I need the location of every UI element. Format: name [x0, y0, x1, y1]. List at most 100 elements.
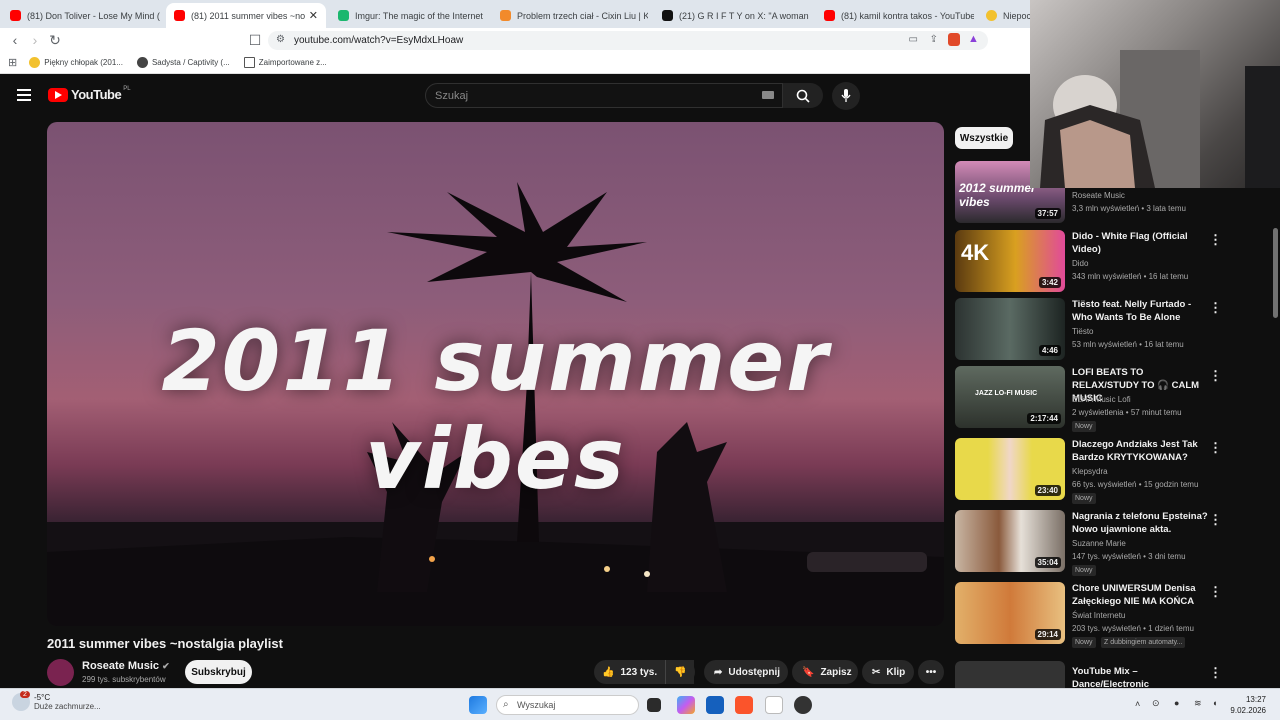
tab-kamil-kontra-takos[interactable]: (81) kamil kontra takos - YouTube	[816, 3, 974, 28]
thumbnail-text: JAZZ LO-FI MUSIC	[975, 390, 1038, 397]
tab-x-grifty[interactable]: (21) G R I F T Y on X: "A woman end	[654, 3, 810, 28]
wifi-icon[interactable]: ≋	[1194, 698, 1202, 709]
filter-chip-all[interactable]: Wszystkie	[955, 127, 1013, 149]
recommendation-item[interactable]: 23:40 Dlaczego Andziaks Jest Tak Bardzo …	[955, 438, 1267, 504]
dislike-button[interactable]: 👎	[665, 660, 695, 684]
recommendation-item[interactable]: 29:14 Chore UNIWERSUM Denisa Załęckiego …	[955, 582, 1267, 648]
rec-title[interactable]: Dido - White Flag (Official Video)	[1072, 230, 1208, 256]
rec-channel[interactable]: Klepsydra	[1072, 467, 1108, 476]
tab-label: (81) kamil kontra takos - YouTube	[841, 10, 974, 21]
address-bar[interactable]: ⚙ youtube.com/watch?v=EsyMdxLHoaw ▭ ⇪ ▲	[268, 31, 988, 50]
browser-toolbar: ‹ › ↻ ☐ ⚙ youtube.com/watch?v=EsyMdxLHoa…	[0, 28, 1030, 52]
channel-avatar[interactable]	[47, 659, 74, 686]
more-vertical-icon[interactable]: ⋮	[1209, 512, 1222, 528]
brave-rewards-icon[interactable]: ▲	[968, 33, 980, 46]
rec-title[interactable]: Dlaczego Andziaks Jest Tak Bardzo KRYTYK…	[1072, 438, 1208, 464]
more-vertical-icon[interactable]: ⋮	[1209, 232, 1222, 248]
copilot-icon[interactable]	[677, 696, 695, 714]
subscribe-button[interactable]: Subskrybuj	[185, 660, 252, 684]
rec-channel[interactable]: ELHA Music Lofi	[1072, 395, 1131, 404]
rec-title[interactable]: Chore UNIWERSUM Denisa Załęckiego NIE MA…	[1072, 582, 1208, 608]
rec-meta: 147 tys. wyświetleń • 3 dni temu	[1072, 552, 1186, 561]
voice-search-button[interactable]	[832, 82, 860, 110]
tab-don-toliver[interactable]: (81) Don Toliver - Lose My Mind (fea	[2, 3, 160, 28]
youtube-logo[interactable]: YouTube PL	[48, 86, 131, 102]
recommendation-item[interactable]: 4K 3:42 Dido - White Flag (Official Vide…	[955, 230, 1267, 296]
site-info-icon[interactable]: ⚙	[276, 34, 285, 45]
taskbar-clock[interactable]: 13:27 9.02.2026	[1230, 694, 1266, 716]
rec-channel[interactable]: Suzanne Marie	[1072, 539, 1126, 548]
menu-icon[interactable]	[17, 89, 31, 101]
globe-bookmark-icon	[136, 57, 148, 68]
weather-widget[interactable]: 2 -5°C Duże zachmurze...	[12, 691, 101, 711]
video-player[interactable]: 2011 summer vibes	[47, 122, 944, 626]
save-button[interactable]: 🔖 Zapisz	[792, 660, 858, 684]
bookmark-icon[interactable]: ☐	[245, 30, 265, 50]
windows-start-icon[interactable]	[469, 696, 487, 714]
cast-icon[interactable]: ▭	[909, 34, 918, 45]
rec-channel[interactable]: Dido	[1072, 259, 1088, 268]
channel-name[interactable]: Roseate Music ✔	[82, 660, 170, 672]
scrollbar[interactable]	[1271, 188, 1280, 688]
rec-channel[interactable]: Roseate Music	[1072, 191, 1125, 200]
notepad-icon[interactable]	[765, 696, 783, 714]
recommendation-item[interactable]: 35:04 Nagrania z telefonu Epsteina? Nowo…	[955, 510, 1267, 576]
rec-title[interactable]: Nagrania z telefonu Epsteina? Nowo ujawn…	[1072, 510, 1208, 536]
reload-icon[interactable]: ↻	[45, 30, 65, 50]
taskbar-search[interactable]: ⌕ Wyszukaj	[496, 695, 639, 715]
search-button[interactable]	[783, 83, 823, 108]
rec-title[interactable]: YouTube Mix – Dance/Electronic	[1072, 665, 1208, 688]
video-duration: 23:40	[1034, 485, 1061, 496]
clip-label: Klip	[886, 666, 906, 678]
video-thumbnail[interactable]: 29:14	[955, 582, 1065, 644]
youtube-play-icon	[48, 87, 68, 102]
recommendation-item[interactable]: YouTube Mix – Dance/Electronic ⋮	[955, 661, 1267, 688]
video-thumbnail[interactable]: 35:04	[955, 510, 1065, 572]
rec-title[interactable]: Tiësto feat. Nelly Furtado - Who Wants T…	[1072, 298, 1208, 324]
bookmark-folder[interactable]: Zaimportowane z...	[243, 57, 327, 68]
forward-arrow-icon[interactable]: ›	[25, 30, 45, 50]
tab-summer-vibes[interactable]: (81) 2011 summer vibes ~no ✕	[166, 3, 326, 28]
search-input[interactable]: Szukaj	[425, 83, 783, 108]
more-vertical-icon[interactable]: ⋮	[1209, 440, 1222, 456]
apps-grid-icon[interactable]: ⊞	[8, 56, 17, 69]
more-vertical-icon[interactable]: ⋮	[1209, 665, 1222, 681]
volume-icon[interactable]: ◖	[1212, 698, 1217, 708]
share-icon[interactable]: ⇪	[930, 34, 938, 45]
video-thumbnail[interactable]: 23:40	[955, 438, 1065, 500]
task-view-icon[interactable]	[647, 698, 661, 712]
tray-overflow-icon[interactable]: ˄	[1135, 699, 1140, 709]
recommendation-item[interactable]: 4:46 Tiësto feat. Nelly Furtado - Who Wa…	[955, 298, 1267, 364]
more-vertical-icon[interactable]: ⋮	[1209, 584, 1222, 600]
bookmark-item[interactable]: Sadysta / Captivity (...	[136, 57, 230, 68]
clip-button[interactable]: ✂ Klip	[862, 660, 914, 684]
video-thumbnail[interactable]	[955, 661, 1065, 688]
video-thumbnail[interactable]: 4K 3:42	[955, 230, 1065, 292]
video-thumbnail[interactable]: JAZZ LO-FI MUSIC 2:17:44	[955, 366, 1065, 428]
scrollbar-thumb[interactable]	[1273, 228, 1278, 318]
new-badge: Nowy	[1072, 637, 1096, 648]
more-vertical-icon[interactable]: ⋮	[1209, 300, 1222, 316]
subscriber-count: 299 tys. subskrybentów	[82, 675, 166, 684]
network-icon[interactable]: ⊙	[1152, 698, 1160, 709]
tab-niepocz[interactable]: Niepocz	[978, 3, 1038, 28]
share-arrow-icon: ➦	[714, 666, 723, 678]
keyboard-icon[interactable]	[762, 91, 774, 99]
rec-channel[interactable]: Świat Internetu	[1072, 611, 1125, 620]
brave-shield-icon[interactable]	[948, 33, 960, 46]
brave-browser-icon[interactable]	[735, 696, 753, 714]
close-tab-icon[interactable]: ✕	[309, 9, 318, 22]
rec-channel[interactable]: Tiësto	[1072, 327, 1094, 336]
bookmark-item[interactable]: Piękny chłopak (201...	[29, 57, 123, 68]
tab-imgur[interactable]: Imgur: The magic of the Internet	[330, 3, 488, 28]
tab-problem-trzech-cial[interactable]: Problem trzech ciał - Cixin Liu | Księ	[492, 3, 648, 28]
share-button[interactable]: ➦ Udostępnij	[704, 660, 788, 684]
obs-icon[interactable]	[794, 696, 812, 714]
microphone-tray-icon[interactable]: ●	[1174, 698, 1179, 708]
back-arrow-icon[interactable]: ‹	[5, 30, 25, 50]
store-icon[interactable]	[706, 696, 724, 714]
more-vertical-icon[interactable]: ⋮	[1209, 368, 1222, 384]
more-actions-button[interactable]: •••	[918, 660, 944, 684]
recommendation-item[interactable]: JAZZ LO-FI MUSIC 2:17:44 LOFI BEATS TO R…	[955, 366, 1267, 432]
video-thumbnail[interactable]: 4:46	[955, 298, 1065, 360]
